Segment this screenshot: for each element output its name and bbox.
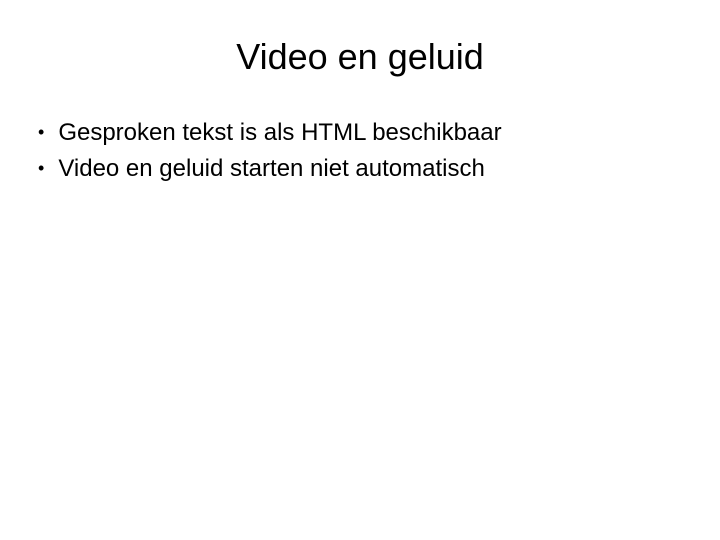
bullet-text: Video en geluid starten niet automatisch <box>58 152 690 186</box>
slide-container: Video en geluid • Gesproken tekst is als… <box>0 0 720 540</box>
list-item: • Gesproken tekst is als HTML beschikbaa… <box>38 116 690 150</box>
bullet-icon: • <box>38 116 44 148</box>
slide-title: Video en geluid <box>30 36 690 78</box>
list-item: • Video en geluid starten niet automatis… <box>38 152 690 186</box>
bullet-icon: • <box>38 152 44 184</box>
bullet-list: • Gesproken tekst is als HTML beschikbaa… <box>30 116 690 185</box>
bullet-text: Gesproken tekst is als HTML beschikbaar <box>58 116 690 150</box>
